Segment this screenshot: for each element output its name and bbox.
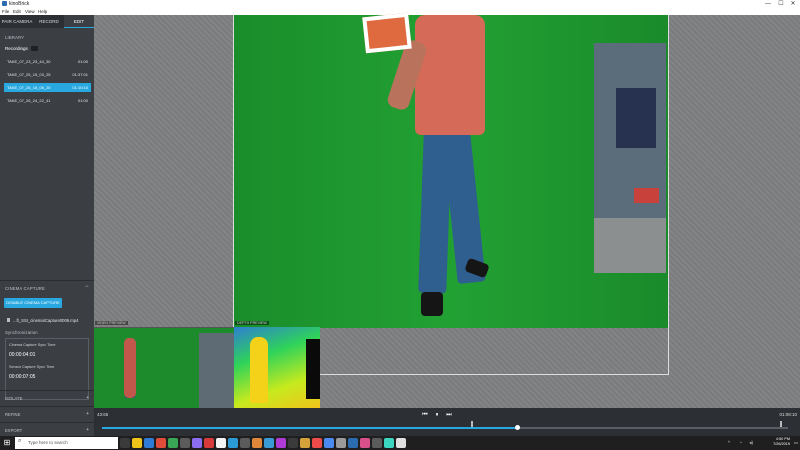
disable-cinema-capture-button[interactable]: DISABLE CINEMA CAPTURE — [4, 298, 62, 308]
cinema-sync-label: Cinema Capture Sync Time — [9, 343, 56, 347]
taskbar-app-icon[interactable] — [300, 438, 310, 448]
clock[interactable]: 4:50 PM 7/26/2019 — [773, 437, 790, 447]
taskbar-app-icon[interactable] — [204, 438, 214, 448]
volume-icon[interactable]: ◂) — [749, 440, 753, 446]
taskbar-app-icon[interactable] — [228, 438, 238, 448]
take-row[interactable]: TAKE_07_26_24_22_41 01:00 — [4, 96, 91, 105]
clock-date: 7/26/2019 — [773, 442, 790, 446]
minimize-button[interactable]: — — [762, 0, 774, 8]
menu-edit[interactable]: Edit — [13, 9, 21, 14]
tab-record[interactable]: RECORD — [34, 15, 64, 28]
taskbar-app-icon[interactable] — [252, 438, 262, 448]
sensor-sync-label: Sensor Capture Sync Time — [9, 365, 55, 369]
previous-frame-button[interactable]: ⏮ — [420, 411, 430, 419]
depth-preview — [234, 327, 320, 408]
taskbar-app-icons — [120, 438, 406, 448]
taskbar-app-icon[interactable] — [156, 438, 166, 448]
sensor-sync-time[interactable]: 00:00:07:05 — [9, 374, 35, 380]
menu-view[interactable]: View — [25, 9, 35, 14]
panel-refine[interactable]: REFINE + — [0, 406, 94, 420]
maximize-button[interactable]: ☐ — [775, 0, 787, 8]
windows-taskbar: ⊞ ⌕ Type here to search ^ ◔ ◂) 4:50 PM 7… — [0, 436, 800, 450]
taskbar-app-icon[interactable] — [168, 438, 178, 448]
notification-icon[interactable]: ▭ — [794, 440, 798, 446]
tab-edit[interactable]: EDIT — [64, 15, 94, 28]
cinema-sync-time[interactable]: 00:00:04:01 — [9, 352, 35, 358]
cinema-file-name: ...ft_SSI_cinema\Capture0006.mp4 — [13, 318, 79, 323]
taskbar-app-icon[interactable] — [384, 438, 394, 448]
close-button[interactable]: ✕ — [787, 0, 799, 8]
taskbar-app-icon[interactable] — [180, 438, 190, 448]
taskbar-app-icon[interactable] — [336, 438, 346, 448]
timeline-track[interactable] — [102, 427, 788, 429]
taskbar-app-icon[interactable] — [264, 438, 274, 448]
taskbar-app-icon[interactable] — [192, 438, 202, 448]
folder-icon[interactable] — [31, 46, 38, 51]
video-preview — [94, 327, 234, 408]
menu-file[interactable]: File — [2, 9, 9, 14]
divider — [0, 280, 94, 281]
pause-button[interactable]: ⏸ — [432, 411, 442, 419]
timeline-progress — [102, 427, 518, 429]
tab-bar: PAIR CAMERA RECORD EDIT — [0, 15, 94, 28]
take-row-selected[interactable]: TAKE_07_26_18_06_20 01:10:10 — [4, 83, 91, 92]
taskbar-app-icon[interactable] — [312, 438, 322, 448]
next-frame-button[interactable]: ⏭ — [444, 411, 454, 419]
take-row[interactable]: TAKE_07_25_15_03_25 01:37:01 — [4, 70, 91, 79]
depth-preview-label: DEPTH PREVIEW — [235, 321, 269, 325]
taskbar-app-icon[interactable] — [276, 438, 286, 448]
taskbar-app-icon[interactable] — [144, 438, 154, 448]
taskbar-app-icon[interactable] — [348, 438, 358, 448]
taskbar-search[interactable]: ⌕ Type here to search — [15, 437, 118, 449]
playhead-thumb[interactable] — [514, 425, 520, 430]
taskbar-app-icon[interactable] — [120, 438, 130, 448]
take-row[interactable]: TAKE_07_23_23_44_30 01:00 — [4, 57, 91, 66]
expand-icon: + — [86, 411, 89, 417]
capture-frame-outline — [233, 15, 669, 375]
tray-chevron-icon[interactable]: ^ — [728, 440, 730, 445]
panel-isolate[interactable]: ISOLATE + — [0, 390, 94, 404]
taskbar-app-icon[interactable] — [324, 438, 334, 448]
end-time: 01:08:10 — [779, 412, 797, 417]
panel-export[interactable]: EXPORT + — [0, 422, 94, 436]
search-placeholder: Type here to search — [28, 440, 68, 445]
expand-icon: + — [86, 427, 89, 433]
library-section-label: LIBRARY — [5, 35, 25, 40]
menu-help[interactable]: Help — [38, 9, 47, 14]
video-preview-label: VIDEO PREVIEW — [95, 321, 128, 325]
taskbar-app-icon[interactable] — [216, 438, 226, 448]
taskbar-app-icon[interactable] — [396, 438, 406, 448]
tab-pair-camera[interactable]: PAIR CAMERA — [0, 15, 34, 28]
sidebar: PAIR CAMERA RECORD EDIT LIBRARY Recordin… — [0, 15, 94, 436]
timeline-transport: 43:65 01:08:10 ⏮ ⏸ ⏭ — [94, 408, 800, 436]
start-icon[interactable]: ⊞ — [2, 438, 12, 448]
collapse-icon[interactable]: − — [85, 284, 89, 290]
in-marker-handle[interactable] — [471, 421, 474, 427]
taskbar-app-icon[interactable] — [360, 438, 370, 448]
app-icon — [2, 1, 7, 6]
taskbar-app-icon[interactable] — [288, 438, 298, 448]
window-title: kinoBrick — [9, 1, 30, 7]
expand-icon: + — [86, 395, 89, 401]
file-icon — [7, 318, 10, 322]
out-marker-handle[interactable] — [780, 421, 783, 427]
taskbar-app-icon[interactable] — [372, 438, 382, 448]
taskbar-app-icon[interactable] — [132, 438, 142, 448]
recordings-label: Recordings — [5, 46, 28, 51]
search-icon: ⌕ — [18, 438, 22, 444]
sync-label: Synchronization — [5, 330, 38, 335]
taskbar-app-icon[interactable] — [240, 438, 250, 448]
current-time: 43:65 — [97, 412, 109, 417]
cinema-capture-label: CINEMA CAPTURE — [5, 286, 46, 291]
network-icon[interactable]: ◔ — [739, 440, 742, 445]
title-bar: kinoBrick — ☐ ✕ — [0, 0, 800, 8]
